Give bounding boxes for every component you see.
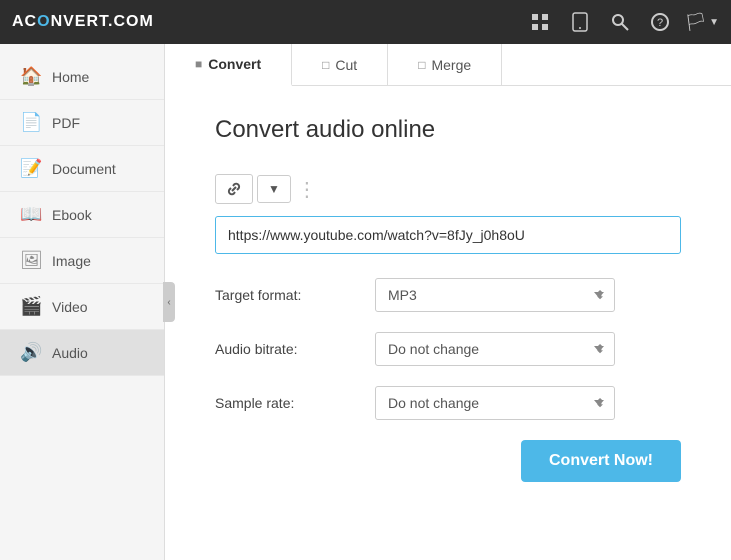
navbar-icons: ? 🏳 ▼ — [524, 6, 719, 38]
convert-tab-icon: ■ — [195, 57, 202, 71]
logo-rest: NVERT.COM — [51, 13, 154, 30]
sidebar-item-label: Image — [52, 253, 91, 269]
sidebar-item-document[interactable]: 📝 Document — [0, 146, 164, 192]
target-format-select-wrapper: MP3WAVOGGAACFLACM4AWMA — [375, 278, 615, 312]
home-icon: 🏠 — [20, 66, 42, 87]
sidebar-item-ebook[interactable]: 📖 Ebook — [0, 192, 164, 238]
tab-cut[interactable]: □ Cut — [292, 44, 388, 85]
sample-rate-select-wrapper: Do not change22050 Hz44100 Hz48000 Hz — [375, 386, 615, 420]
tablet-icon[interactable] — [564, 6, 596, 38]
sample-rate-label: Sample rate: — [215, 395, 375, 411]
sidebar-wrapper: 🏠 Home 📄 PDF 📝 Document 📖 Ebook 🖼 Image 🎬 Video 🔊 Aud… — [0, 44, 165, 560]
toolbar-separator: ⋮ — [297, 177, 317, 202]
toolbar-row: ▼ ⋮ — [215, 174, 681, 204]
url-input[interactable] — [215, 216, 681, 254]
sidebar-item-audio[interactable]: 🔊 Audio — [0, 330, 164, 376]
content-area: ■ Convert □ Cut □ Merge Convert audio online … — [165, 44, 731, 560]
search-icon[interactable] — [604, 6, 636, 38]
sidebar-item-label: Document — [52, 161, 116, 177]
sidebar-item-home[interactable]: 🏠 Home — [0, 54, 164, 100]
audio-bitrate-select-wrapper: Do not change64 kbit/s128 kbit/s192 kbit… — [375, 332, 615, 366]
tab-label: Convert — [208, 56, 261, 72]
merge-tab-icon: □ — [418, 58, 425, 72]
grid-icon[interactable] — [524, 6, 556, 38]
sidebar-item-image[interactable]: 🖼 Image — [0, 238, 164, 284]
form-row-target-format: Target format:MP3WAVOGGAACFLACM4AWMA — [215, 278, 681, 312]
tab-label: Merge — [431, 57, 471, 73]
sidebar: 🏠 Home 📄 PDF 📝 Document 📖 Ebook 🖼 Image 🎬 Video 🔊 Aud… — [0, 44, 165, 560]
sidebar-item-video[interactable]: 🎬 Video — [0, 284, 164, 330]
language-selector[interactable]: 🏳 ▼ — [684, 12, 719, 33]
sidebar-toggle[interactable]: ‹ — [163, 282, 175, 322]
audio-icon: 🔊 — [20, 342, 42, 363]
dropdown-button[interactable]: ▼ — [257, 175, 291, 203]
svg-text:?: ? — [657, 17, 663, 29]
tabs: ■ Convert □ Cut □ Merge — [165, 44, 731, 86]
convert-now-button[interactable]: Convert Now! — [521, 440, 681, 482]
form-row-audio-bitrate: Audio bitrate:Do not change64 kbit/s128 … — [215, 332, 681, 366]
convert-btn-row: Convert Now! — [215, 440, 681, 482]
sidebar-item-label: Home — [52, 69, 89, 85]
video-icon: 🎬 — [20, 296, 42, 317]
image-icon: 🖼 — [20, 250, 42, 271]
audio-bitrate-select[interactable]: Do not change64 kbit/s128 kbit/s192 kbit… — [375, 332, 615, 366]
sidebar-item-label: Video — [52, 299, 88, 315]
sidebar-item-label: Ebook — [52, 207, 92, 223]
form-row-sample-rate: Sample rate:Do not change22050 Hz44100 H… — [215, 386, 681, 420]
tab-merge[interactable]: □ Merge — [388, 44, 502, 85]
sidebar-item-label: PDF — [52, 115, 80, 131]
ebook-icon: 📖 — [20, 204, 42, 225]
main-content: Convert audio online ▼ ⋮ Target fo — [165, 86, 731, 560]
logo-o: O — [37, 13, 50, 30]
cut-tab-icon: □ — [322, 58, 329, 72]
navbar: ACONVERT.COM ? 🏳 ▼ — [0, 0, 731, 44]
logo: ACONVERT.COM — [12, 13, 154, 31]
tab-label: Cut — [335, 57, 357, 73]
help-icon[interactable]: ? — [644, 6, 676, 38]
sidebar-item-pdf[interactable]: 📄 PDF — [0, 100, 164, 146]
pdf-icon: 📄 — [20, 112, 42, 133]
target-format-select[interactable]: MP3WAVOGGAACFLACM4AWMA — [375, 278, 615, 312]
tab-convert[interactable]: ■ Convert — [165, 44, 292, 86]
link-button[interactable] — [215, 174, 253, 204]
target-format-label: Target format: — [215, 287, 375, 303]
main-layout: 🏠 Home 📄 PDF 📝 Document 📖 Ebook 🖼 Image 🎬 Video 🔊 Aud… — [0, 44, 731, 560]
audio-bitrate-label: Audio bitrate: — [215, 341, 375, 357]
document-icon: 📝 — [20, 158, 42, 179]
sample-rate-select[interactable]: Do not change22050 Hz44100 Hz48000 Hz — [375, 386, 615, 420]
sidebar-item-label: Audio — [52, 345, 88, 361]
logo-ac: AC — [12, 13, 37, 30]
page-title: Convert audio online — [215, 116, 681, 144]
